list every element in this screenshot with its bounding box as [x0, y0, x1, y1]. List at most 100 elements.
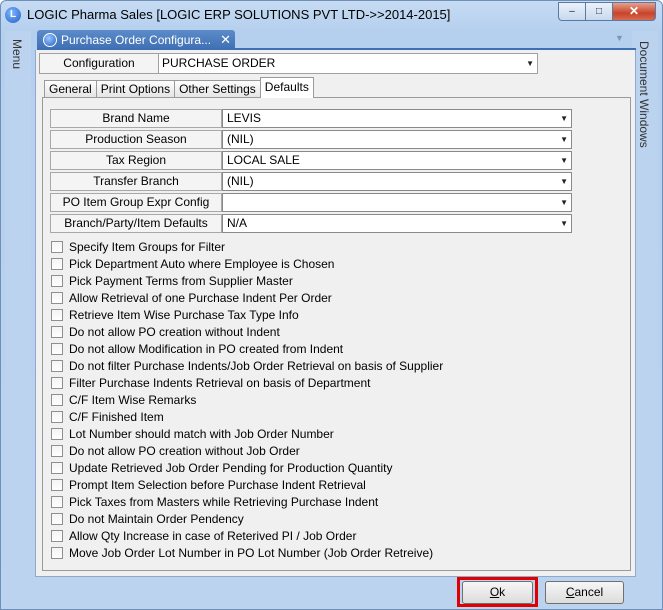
checkbox[interactable] — [51, 479, 63, 491]
checkbox-label: Prompt Item Selection before Purchase In… — [69, 478, 366, 492]
checkbox-row[interactable]: C/F Item Wise Remarks — [51, 392, 196, 408]
configuration-label: Configuration — [39, 53, 159, 74]
chevron-down-icon[interactable]: ▼ — [560, 110, 568, 127]
checkbox-label: C/F Finished Item — [69, 410, 164, 424]
configuration-select[interactable]: PURCHASE ORDER ▼ — [158, 53, 538, 74]
checkbox-row[interactable]: Do not allow Modification in PO created … — [51, 341, 343, 357]
title-bar[interactable]: L LOGIC Pharma Sales [LOGIC ERP SOLUTION… — [1, 1, 662, 29]
po-item-group-expr-select[interactable]: ▼ — [222, 193, 572, 212]
checkbox[interactable] — [51, 241, 63, 253]
tab-general[interactable]: General — [44, 80, 97, 98]
checkbox-label: Update Retrieved Job Order Pending for P… — [69, 461, 393, 475]
settings-tabs: General Print Options Other Settings Def… — [44, 77, 314, 98]
checkbox[interactable] — [51, 309, 63, 321]
tax-region-select[interactable]: LOCAL SALE ▼ — [222, 151, 572, 170]
checkbox[interactable] — [51, 496, 63, 508]
checkbox[interactable] — [51, 326, 63, 338]
checkbox-row[interactable]: C/F Finished Item — [51, 409, 164, 425]
document-tab-purchase-order-config[interactable]: Purchase Order Configura... ✕ — [37, 30, 235, 50]
checkbox-row[interactable]: Pick Department Auto where Employee is C… — [51, 256, 334, 272]
po-item-group-expr-label: PO Item Group Expr Config — [50, 193, 222, 212]
checkbox-row[interactable]: Do not allow PO creation without Indent — [51, 324, 280, 340]
tab-list-dropdown-icon[interactable]: ▼ — [615, 33, 624, 43]
document-windows-label: Document Windows — [637, 41, 651, 148]
cancel-button[interactable]: Cancel — [545, 581, 624, 604]
branch-party-item-defaults-label: Branch/Party/Item Defaults — [50, 214, 222, 233]
tax-region-value: LOCAL SALE — [227, 153, 300, 167]
tab-other-settings[interactable]: Other Settings — [174, 80, 261, 98]
checkbox[interactable] — [51, 275, 63, 287]
checkbox-row[interactable]: Specify Item Groups for Filter — [51, 239, 225, 255]
checkbox-row[interactable]: Move Job Order Lot Number in PO Lot Numb… — [51, 545, 433, 561]
checkbox[interactable] — [51, 445, 63, 457]
checkbox[interactable] — [51, 428, 63, 440]
maximize-button[interactable]: □ — [585, 2, 612, 21]
checkbox-row[interactable]: Update Retrieved Job Order Pending for P… — [51, 460, 393, 476]
checkbox-row[interactable]: Prompt Item Selection before Purchase In… — [51, 477, 366, 493]
document-tab-close-icon[interactable]: ✕ — [220, 30, 231, 50]
checkbox-row[interactable]: Allow Qty Increase in case of Reterived … — [51, 528, 356, 544]
checkbox-label: Do not allow Modification in PO created … — [69, 342, 344, 356]
checkbox-label: Specify Item Groups for Filter — [69, 240, 226, 254]
checkbox-row[interactable]: Pick Taxes from Masters while Retrieving… — [51, 494, 378, 510]
configuration-select-value: PURCHASE ORDER — [162, 56, 276, 70]
chevron-down-icon[interactable]: ▼ — [560, 152, 568, 169]
chevron-down-icon[interactable]: ▼ — [526, 54, 534, 73]
branch-party-item-defaults-select[interactable]: N/A ▼ — [222, 214, 572, 233]
app-window: L LOGIC Pharma Sales [LOGIC ERP SOLUTION… — [0, 0, 663, 610]
checkbox-label: Retrieve Item Wise Purchase Tax Type Inf… — [69, 308, 299, 322]
checkbox[interactable] — [51, 513, 63, 525]
checkbox-row[interactable]: Retrieve Item Wise Purchase Tax Type Inf… — [51, 307, 299, 323]
checkbox-row[interactable]: Lot Number should match with Job Order N… — [51, 426, 334, 442]
branch-party-item-defaults-value: N/A — [227, 216, 248, 230]
checkbox[interactable] — [51, 547, 63, 559]
chevron-down-icon[interactable]: ▼ — [560, 131, 568, 148]
checkbox-row[interactable]: Do not Maintain Order Pendency — [51, 511, 244, 527]
tab-defaults[interactable]: Defaults — [259, 77, 314, 98]
checkbox[interactable] — [51, 292, 63, 304]
app-logo-icon[interactable]: L — [5, 7, 21, 23]
chevron-down-icon[interactable]: ▼ — [560, 173, 568, 190]
checkbox-row[interactable]: Do not filter Purchase Indents/Job Order… — [51, 358, 443, 374]
production-season-select[interactable]: (NIL) ▼ — [222, 130, 572, 149]
production-season-value: (NIL) — [227, 132, 254, 146]
checkbox[interactable] — [51, 411, 63, 423]
chevron-down-icon[interactable]: ▼ — [560, 215, 568, 232]
document-tab-logo-icon — [43, 33, 57, 47]
brand-name-select[interactable]: LEVIS ▼ — [222, 109, 572, 128]
checkbox[interactable] — [51, 530, 63, 542]
checkbox-label: Do not Maintain Order Pendency — [69, 512, 244, 526]
checkbox[interactable] — [51, 343, 63, 355]
transfer-branch-value: (NIL) — [227, 174, 254, 188]
checkbox-row[interactable]: Pick Payment Terms from Supplier Master — [51, 273, 293, 289]
checkbox[interactable] — [51, 377, 63, 389]
tab-print-options[interactable]: Print Options — [95, 80, 176, 98]
checkbox[interactable] — [51, 360, 63, 372]
defaults-tab-panel: Brand Name LEVIS ▼ Production Season (NI… — [42, 97, 631, 571]
checkbox[interactable] — [51, 394, 63, 406]
ok-button[interactable]: Ok — [462, 581, 533, 604]
branch-party-item-defaults-row: Branch/Party/Item Defaults N/A ▼ — [50, 214, 572, 233]
window-controls: – □ ✕ — [558, 2, 656, 21]
configuration-form: Configuration PURCHASE ORDER ▼ General P… — [35, 50, 636, 577]
checkbox-label: Move Job Order Lot Number in PO Lot Numb… — [69, 546, 434, 560]
checkbox-row[interactable]: Allow Retrieval of one Purchase Indent P… — [51, 290, 332, 306]
chevron-down-icon[interactable]: ▼ — [560, 194, 568, 211]
checkbox-label: Pick Taxes from Masters while Retrieving… — [69, 495, 379, 509]
tax-region-row: Tax Region LOCAL SALE ▼ — [50, 151, 572, 170]
checkbox-label: Pick Payment Terms from Supplier Master — [69, 274, 293, 288]
checkbox-label: Allow Qty Increase in case of Reterived … — [69, 529, 357, 543]
checkbox-row[interactable]: Do not allow PO creation without Job Ord… — [51, 443, 300, 459]
checkbox-label: Allow Retrieval of one Purchase Indent P… — [69, 291, 332, 305]
checkbox-label: Do not allow PO creation without Indent — [69, 325, 280, 339]
checkbox[interactable] — [51, 258, 63, 270]
menu-side-panel[interactable]: Menu — [5, 31, 31, 606]
transfer-branch-label: Transfer Branch — [50, 172, 222, 191]
minimize-button[interactable]: – — [558, 2, 585, 21]
checkbox-row[interactable]: Filter Purchase Indents Retrieval on bas… — [51, 375, 370, 391]
tax-region-label: Tax Region — [50, 151, 222, 170]
transfer-branch-select[interactable]: (NIL) ▼ — [222, 172, 572, 191]
checkbox-label: Lot Number should match with Job Order N… — [69, 427, 334, 441]
close-button[interactable]: ✕ — [612, 2, 656, 21]
checkbox[interactable] — [51, 462, 63, 474]
